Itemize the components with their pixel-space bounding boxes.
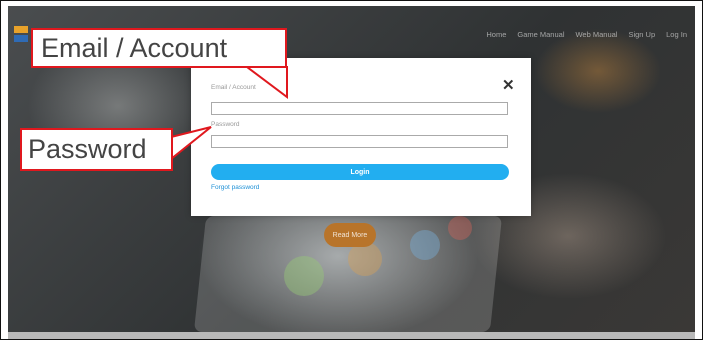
game-bubble bbox=[284, 256, 324, 296]
nav-home[interactable]: Home bbox=[486, 30, 506, 39]
footer-bar bbox=[8, 332, 695, 339]
nav-game-manual[interactable]: Game Manual bbox=[517, 30, 564, 39]
nav-log-in[interactable]: Log In bbox=[666, 30, 687, 39]
nav-web-manual[interactable]: Web Manual bbox=[575, 30, 617, 39]
site-logo[interactable] bbox=[14, 26, 28, 44]
screenshot-frame: Home Game Manual Web Manual Sign Up Log … bbox=[0, 0, 703, 340]
password-label: Password bbox=[211, 121, 240, 128]
email-field[interactable] bbox=[211, 102, 508, 115]
logo-top-bar bbox=[14, 26, 28, 33]
logo-bottom-bar bbox=[14, 35, 28, 42]
game-bubble bbox=[448, 216, 472, 240]
top-nav: Home Game Manual Web Manual Sign Up Log … bbox=[475, 30, 687, 39]
game-bubble bbox=[410, 230, 440, 260]
email-label: Email / Account bbox=[211, 84, 256, 91]
login-modal: ✕ Email / Account Password Login Forgot … bbox=[191, 58, 531, 216]
game-bubble bbox=[348, 242, 382, 276]
forgot-password-link[interactable]: Forgot password bbox=[211, 184, 259, 191]
email-account-callout: Email / Account bbox=[31, 28, 287, 68]
password-callout: Password bbox=[20, 128, 173, 171]
login-button[interactable]: Login bbox=[211, 164, 509, 180]
nav-sign-up[interactable]: Sign Up bbox=[628, 30, 655, 39]
close-icon[interactable]: ✕ bbox=[502, 78, 515, 93]
read-more-button[interactable]: Read More bbox=[324, 223, 376, 247]
password-field[interactable] bbox=[211, 135, 508, 148]
